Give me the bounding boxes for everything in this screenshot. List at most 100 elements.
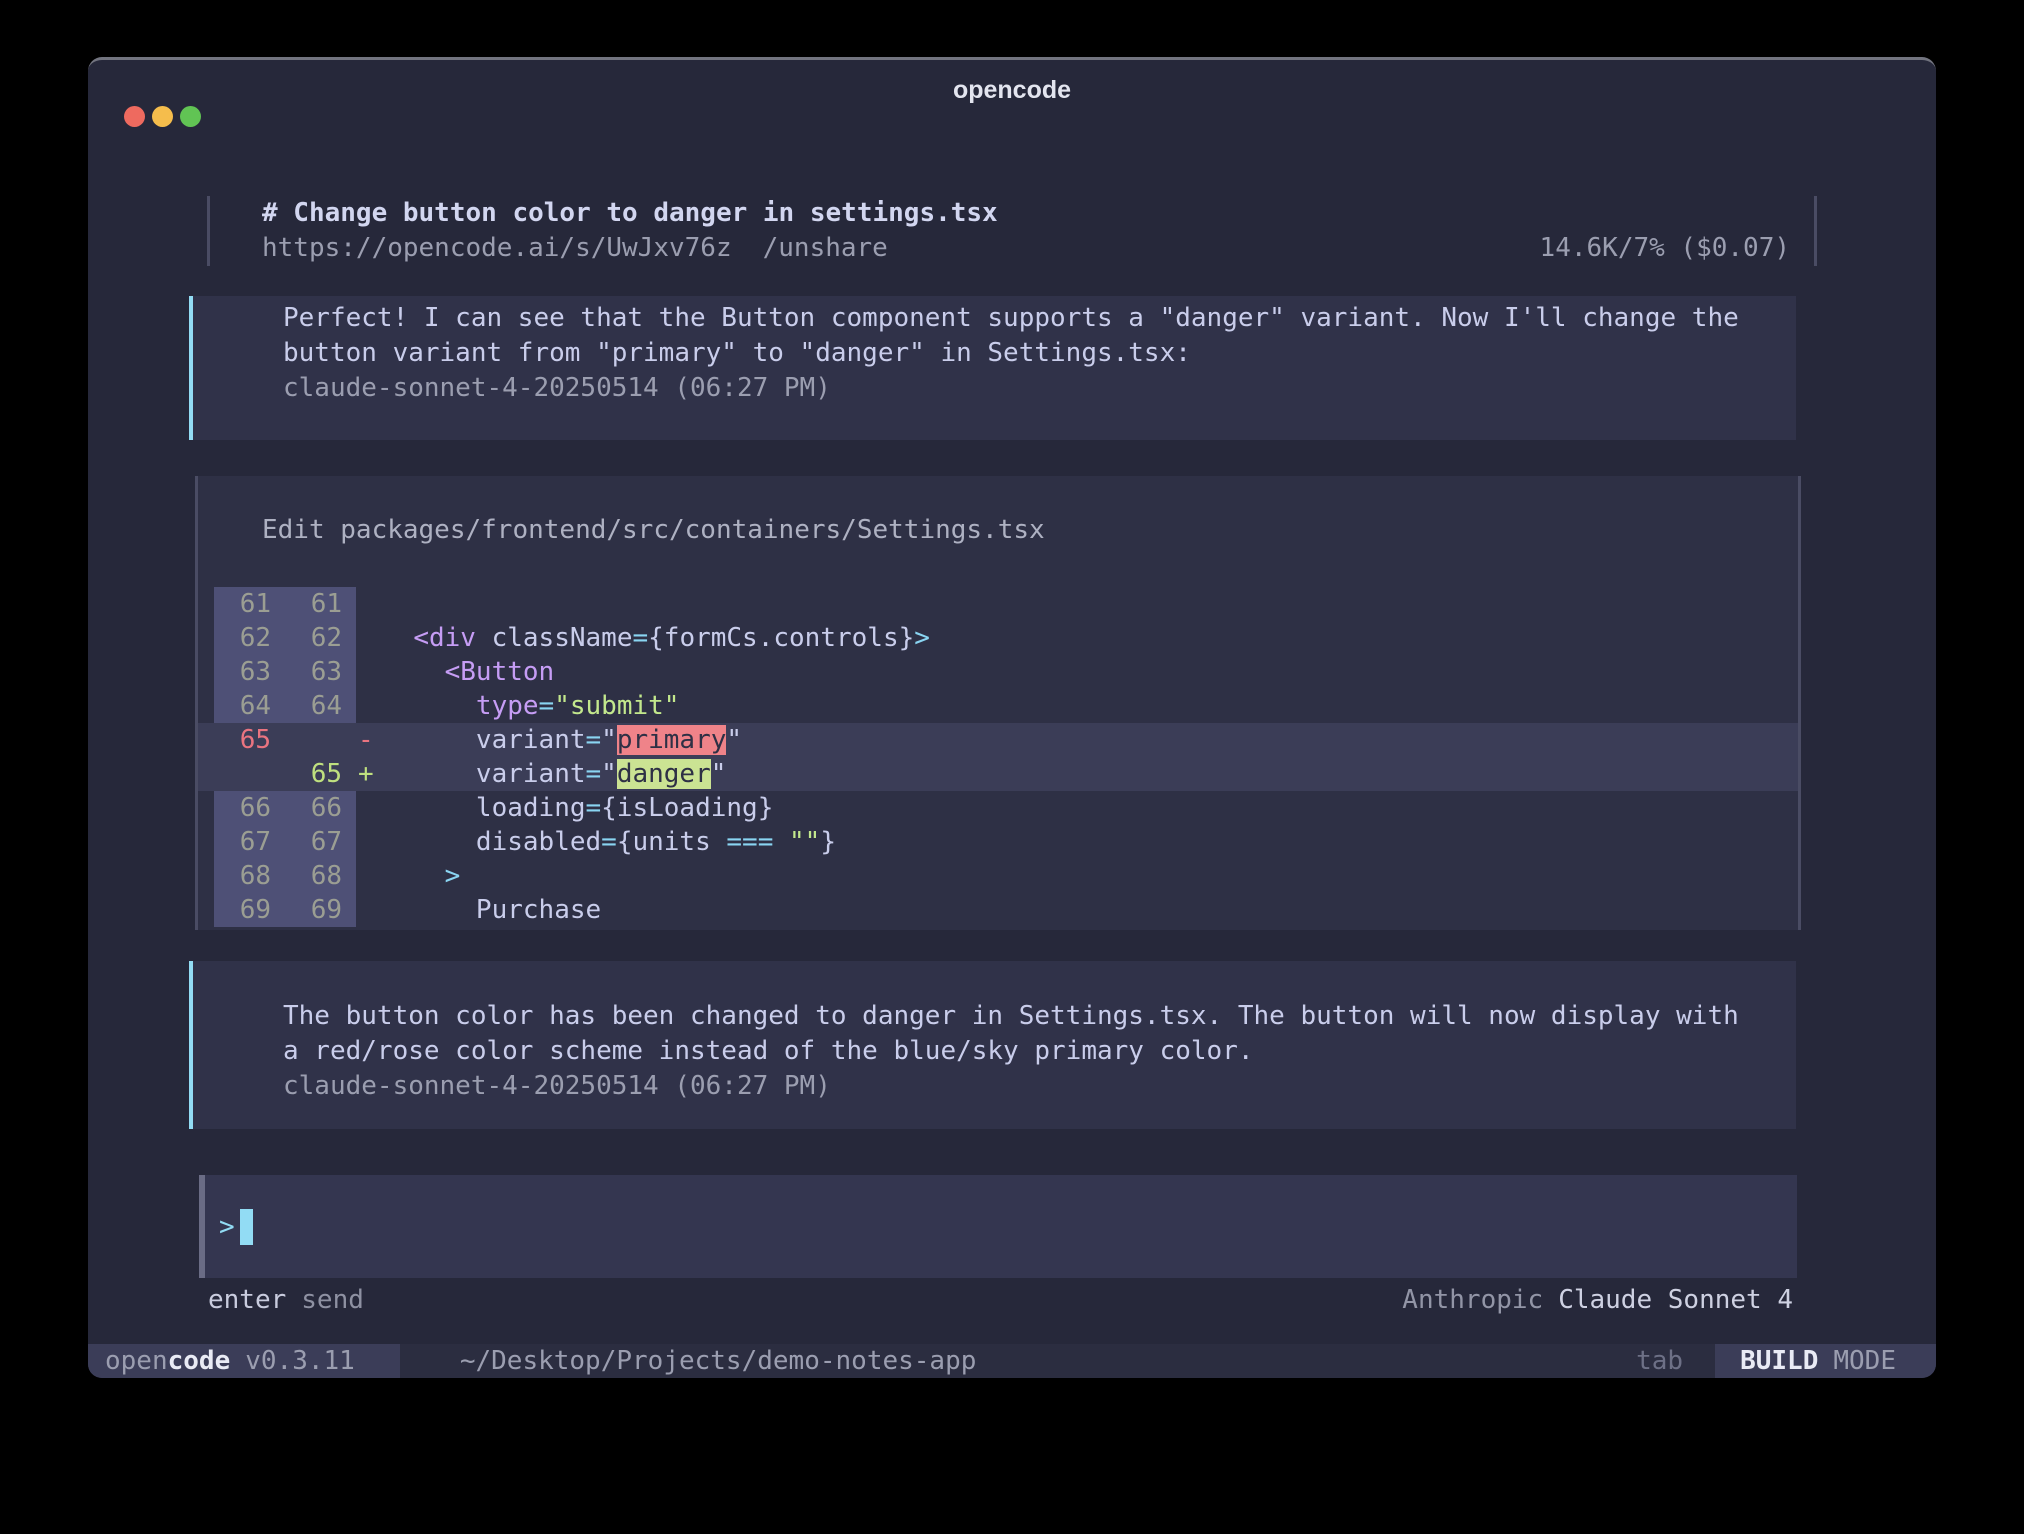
diff-row: 6262 <div className={formCs.controls}> xyxy=(198,621,1798,655)
line-number-old: 65 xyxy=(214,723,285,757)
message-line: The button color has been changed to dan… xyxy=(283,999,1796,1034)
diff-sign xyxy=(356,655,382,689)
diff-sign xyxy=(356,587,382,621)
assistant-message: The button color has been changed to dan… xyxy=(189,961,1796,1129)
send-hint: enter send xyxy=(208,1283,364,1318)
mode-label: MODE xyxy=(1833,1346,1896,1376)
app-badge: opencode v0.3.11 xyxy=(88,1344,400,1378)
message-line: Perfect! I can see that the Button compo… xyxy=(283,301,1796,336)
message-line: button variant from "primary" to "danger… xyxy=(283,336,1796,371)
diff-row: 65 - variant="primary" xyxy=(198,723,1798,757)
diff-sign xyxy=(356,825,382,859)
tab-key-hint[interactable]: tab xyxy=(1636,1344,1683,1378)
share-url[interactable]: https://opencode.ai/s/UwJxv76z xyxy=(262,233,732,263)
diff-row: 6363 <Button xyxy=(198,655,1798,689)
gutter-spacer xyxy=(198,825,214,859)
diff-sign: - xyxy=(356,723,382,757)
minimize-button[interactable] xyxy=(152,106,173,127)
diff-row: 6868 > xyxy=(198,859,1798,893)
gutter-spacer xyxy=(198,621,214,655)
window-title: opencode xyxy=(88,76,1936,105)
line-number-old: 63 xyxy=(214,655,285,689)
edit-tool-card: Edit packages/frontend/src/containers/Se… xyxy=(195,476,1801,930)
diff-sign: + xyxy=(356,757,382,791)
model-indicator: Anthropic Claude Sonnet 4 xyxy=(1402,1283,1793,1318)
diff: 61616262 <div className={formCs.controls… xyxy=(198,587,1798,927)
cwd-label: ~/Desktop/Projects/demo-notes-app xyxy=(460,1344,977,1378)
line-number-new: 65 xyxy=(285,757,356,791)
diff-sign xyxy=(356,859,382,893)
gutter-spacer xyxy=(198,791,214,825)
gutter-spacer xyxy=(198,587,214,621)
app-name-regular: open xyxy=(105,1346,168,1376)
code-line: disabled={units === ""} xyxy=(382,825,836,859)
line-number-old: 68 xyxy=(214,859,285,893)
prompt-symbol: > xyxy=(219,1212,235,1242)
code-line: <div className={formCs.controls}> xyxy=(382,621,930,655)
app-name-bold: code xyxy=(168,1346,231,1376)
code-line: Purchase xyxy=(382,893,601,927)
session-title: # Change button color to danger in setti… xyxy=(262,196,1790,231)
gutter-spacer xyxy=(198,757,214,791)
line-number-new: 63 xyxy=(285,655,356,689)
line-number-new: 61 xyxy=(285,587,356,621)
terminal-window: opencode # Change button color to danger… xyxy=(88,57,1936,1378)
message-line: a red/rose color scheme instead of the b… xyxy=(283,1034,1796,1069)
line-number-old: 67 xyxy=(214,825,285,859)
diff-row: 6767 disabled={units === ""} xyxy=(198,825,1798,859)
mode-area: tab BUILD MODE xyxy=(1636,1344,1936,1378)
line-number-old: 61 xyxy=(214,587,285,621)
line-number-old: 66 xyxy=(214,791,285,825)
gutter-spacer xyxy=(198,859,214,893)
gutter-spacer xyxy=(198,723,214,757)
edit-tool-header: Edit packages/frontend/src/containers/Se… xyxy=(198,513,1798,548)
diff-sign xyxy=(356,893,382,927)
diff-row: 65+ variant="danger" xyxy=(198,757,1798,791)
send-action-label: send xyxy=(301,1285,364,1315)
line-number-old: 69 xyxy=(214,893,285,927)
assistant-message: Perfect! I can see that the Button compo… xyxy=(189,296,1796,440)
diff-sign xyxy=(356,621,382,655)
line-number-old: 62 xyxy=(214,621,285,655)
footer-hints: enter send Anthropic Claude Sonnet 4 xyxy=(208,1283,1793,1318)
diff-row: 6161 xyxy=(198,587,1798,621)
line-number-new xyxy=(285,723,356,757)
provider-label: Anthropic xyxy=(1402,1285,1543,1315)
session-meta-row: https://opencode.ai/s/UwJxv76z/unshare 1… xyxy=(262,231,1790,266)
code-line: type="submit" xyxy=(382,689,679,723)
code-line: <Button xyxy=(382,655,554,689)
code-line: > xyxy=(382,859,460,893)
share-info: https://opencode.ai/s/UwJxv76z/unshare xyxy=(262,231,888,266)
message-meta: claude-sonnet-4-20250514 (06:27 PM) xyxy=(283,1069,1796,1104)
context-stats: 14.6K/7% ($0.07) xyxy=(1540,231,1790,266)
code-line: variant="danger" xyxy=(382,757,726,791)
gutter-spacer xyxy=(198,655,214,689)
code-line: variant="primary" xyxy=(382,723,742,757)
text-cursor xyxy=(240,1209,253,1245)
mode-badge[interactable]: BUILD MODE xyxy=(1715,1344,1936,1378)
line-number-old xyxy=(214,757,285,791)
line-number-new: 64 xyxy=(285,689,356,723)
zoom-button[interactable] xyxy=(180,106,201,127)
line-number-new: 62 xyxy=(285,621,356,655)
gutter-spacer xyxy=(198,893,214,927)
model-label: Claude Sonnet 4 xyxy=(1558,1285,1793,1315)
status-bar: opencode v0.3.11 ~/Desktop/Projects/demo-… xyxy=(88,1344,1936,1378)
gutter-spacer xyxy=(198,689,214,723)
session-header: # Change button color to danger in setti… xyxy=(207,196,1817,266)
line-number-new: 67 xyxy=(285,825,356,859)
diff-sign xyxy=(356,791,382,825)
line-number-new: 66 xyxy=(285,791,356,825)
mode-name: BUILD xyxy=(1740,1346,1818,1376)
line-number-new: 69 xyxy=(285,893,356,927)
enter-key-label: enter xyxy=(208,1285,286,1315)
diff-row: 6666 loading={isLoading} xyxy=(198,791,1798,825)
line-number-new: 68 xyxy=(285,859,356,893)
version-label: v0.3.11 xyxy=(245,1346,355,1376)
unshare-action[interactable]: /unshare xyxy=(763,233,888,263)
line-number-old: 64 xyxy=(214,689,285,723)
diff-sign xyxy=(356,689,382,723)
diff-row: 6464 type="submit" xyxy=(198,689,1798,723)
close-button[interactable] xyxy=(124,106,145,127)
prompt-input[interactable]: > xyxy=(205,1175,1797,1278)
